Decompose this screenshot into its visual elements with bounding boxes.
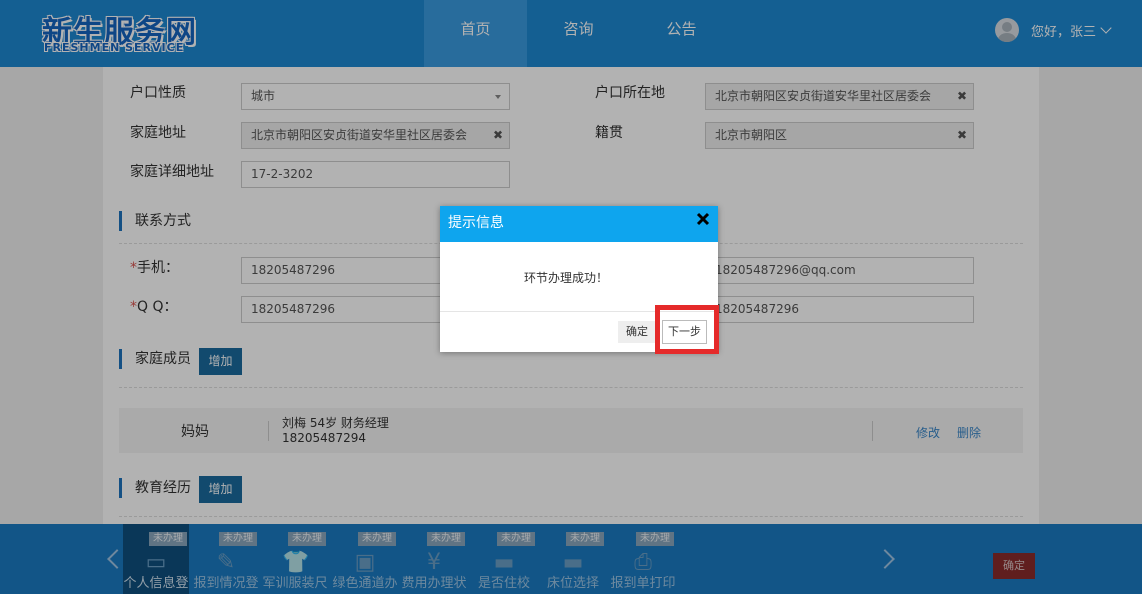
- dialog-header: 提示信息: [440, 206, 718, 242]
- dialog-title: 提示信息: [448, 215, 504, 231]
- dialog-ok-button[interactable]: 确定: [618, 321, 656, 343]
- dialog-message: 环节办理成功！: [523, 271, 608, 285]
- highlight-box: [655, 305, 719, 354]
- close-icon[interactable]: [696, 212, 710, 226]
